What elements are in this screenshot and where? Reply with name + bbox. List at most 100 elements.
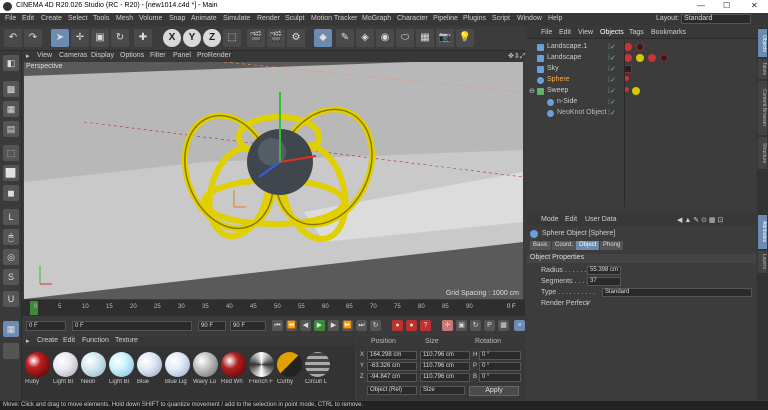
visibility-check-icon[interactable]: ⁞✓ bbox=[608, 43, 616, 51]
move-tool-icon[interactable]: ✛ bbox=[71, 29, 89, 47]
object-row[interactable]: NeoKnot Object ⁞✓ bbox=[527, 108, 756, 119]
menu-mesh[interactable]: Mesh bbox=[116, 15, 133, 22]
current-frame-field[interactable]: 0 F bbox=[72, 321, 192, 331]
objects-menu-file[interactable]: File bbox=[541, 29, 552, 36]
render-view-icon[interactable]: 🎬 bbox=[247, 29, 265, 47]
menu-tools[interactable]: Tools bbox=[93, 15, 109, 22]
side-tab-objects[interactable]: Objects bbox=[758, 29, 767, 57]
light-icon[interactable]: 💡 bbox=[456, 29, 474, 47]
loop-icon[interactable]: ↻ bbox=[370, 320, 381, 331]
coordinate-system-icon[interactable]: ⬚ bbox=[223, 29, 241, 47]
attr-tab-coord[interactable]: Coord. bbox=[552, 241, 577, 250]
3d-viewport[interactable]: Perspective Grid Spacing : 1000 cm bbox=[24, 62, 523, 299]
objects-menu-view[interactable]: View bbox=[578, 29, 593, 36]
visibility-check-icon[interactable]: ⁞✓ bbox=[608, 109, 616, 117]
object-row[interactable]: ⊖ Sweep ⁞✓ bbox=[527, 86, 756, 97]
maximize-icon[interactable]: ☐ bbox=[723, 1, 730, 10]
material-swatch[interactable] bbox=[221, 352, 246, 377]
render-picture-viewer-icon[interactable]: 🎬 bbox=[267, 29, 285, 47]
viewport-menu-display[interactable]: Display bbox=[91, 52, 114, 59]
axis-mode-icon[interactable]: L bbox=[3, 209, 19, 225]
menu-help[interactable]: Help bbox=[548, 15, 562, 22]
render-perfect-checkbox[interactable]: ✓ bbox=[586, 299, 592, 307]
menu-character[interactable]: Character bbox=[397, 15, 428, 22]
side-tab-structure[interactable]: Structure bbox=[758, 137, 767, 169]
size-y-field[interactable]: 110.796 cm bbox=[420, 362, 470, 371]
tag-icon[interactable] bbox=[624, 54, 632, 62]
end-frame-field[interactable]: 90 F bbox=[198, 321, 226, 331]
deformer-icon[interactable]: ⬭ bbox=[396, 29, 414, 47]
viewport-menu-icon[interactable]: ▸ bbox=[26, 52, 30, 60]
material-swatch[interactable] bbox=[277, 352, 302, 377]
recent-tool-icon[interactable]: ✚ bbox=[134, 29, 152, 47]
scale-key-icon[interactable]: ▣ bbox=[456, 320, 467, 331]
redo-icon[interactable]: ↷ bbox=[24, 29, 42, 47]
objects-menu-edit[interactable]: Edit bbox=[559, 29, 571, 36]
menu-simulate[interactable]: Simulate bbox=[223, 15, 250, 22]
menu-select[interactable]: Select bbox=[68, 15, 87, 22]
points-mode-icon[interactable]: ⬚ bbox=[3, 145, 19, 161]
menu-animate[interactable]: Animate bbox=[191, 15, 217, 22]
object-row[interactable]: Sky ⁞✓ bbox=[527, 64, 756, 75]
position-y-field[interactable]: -63.326 cm bbox=[367, 362, 417, 371]
object-row[interactable]: n-Side ⁞✓ bbox=[527, 97, 756, 108]
timeline-menu-icon[interactable]: ≡ bbox=[514, 320, 525, 331]
scale-tool-icon[interactable]: ▣ bbox=[91, 29, 109, 47]
menu-volume[interactable]: Volume bbox=[139, 15, 162, 22]
edges-mode-icon[interactable]: ⬜ bbox=[3, 165, 19, 181]
material-swatch[interactable] bbox=[249, 352, 274, 377]
max-frame-field[interactable]: 90 F bbox=[230, 321, 266, 331]
viewport-menu-filter[interactable]: Filter bbox=[150, 52, 166, 59]
tag-icon[interactable] bbox=[632, 87, 640, 95]
pos-key-icon[interactable]: ✛ bbox=[442, 320, 453, 331]
camera-icon[interactable]: 📷 bbox=[436, 29, 454, 47]
menu-edit[interactable]: Edit bbox=[22, 15, 34, 22]
position-x-field[interactable]: 164.298 cm bbox=[367, 351, 417, 360]
autokey-icon[interactable]: ● bbox=[406, 320, 417, 331]
y-axis-lock-icon[interactable]: Y bbox=[183, 29, 201, 47]
type-dropdown[interactable]: Standard bbox=[602, 288, 752, 297]
rotation-h-field[interactable]: 0 ° bbox=[479, 351, 521, 360]
snap-icon[interactable]: ◎ bbox=[3, 249, 19, 265]
magnet-icon[interactable]: U bbox=[3, 291, 19, 307]
subdivision-icon[interactable]: ◈ bbox=[356, 29, 374, 47]
param-key-icon[interactable]: P bbox=[484, 320, 495, 331]
solo-icon[interactable]: S bbox=[3, 269, 19, 285]
viewport-menu-options[interactable]: Options bbox=[120, 52, 144, 59]
pla-key-icon[interactable]: ▦ bbox=[498, 320, 509, 331]
object-row[interactable]: Landscape ⁞✓ bbox=[527, 53, 756, 64]
select-tool-icon[interactable]: ➤ bbox=[51, 29, 69, 47]
viewport-menu-cameras[interactable]: Cameras bbox=[59, 52, 87, 59]
menu-plugins[interactable]: Plugins bbox=[463, 15, 486, 22]
objects-menu-bookmarks[interactable]: Bookmarks bbox=[651, 29, 686, 36]
menu-snap[interactable]: Snap bbox=[169, 15, 185, 22]
menu-create[interactable]: Create bbox=[41, 15, 62, 22]
pen-icon[interactable]: ✎ bbox=[336, 29, 354, 47]
attr-nav-icons[interactable]: ◀ ▲ ✎ ⊙ ▦ ⊡ bbox=[677, 216, 723, 224]
material-menu-icon[interactable]: ▸ bbox=[26, 337, 30, 345]
material-swatch[interactable] bbox=[193, 352, 218, 377]
keyframe-selection-icon[interactable]: ? bbox=[420, 320, 431, 331]
visibility-check-icon[interactable]: ⁞✓ bbox=[608, 54, 616, 62]
minimize-icon[interactable]: — bbox=[697, 1, 705, 10]
position-z-field[interactable]: -94.847 cm bbox=[367, 373, 417, 382]
attr-menu-edit[interactable]: Edit bbox=[565, 216, 577, 223]
menu-script[interactable]: Script bbox=[492, 15, 510, 22]
record-keys-icon[interactable]: ● bbox=[392, 320, 403, 331]
menu-file[interactable]: File bbox=[5, 15, 16, 22]
objects-menu-objects[interactable]: Objects bbox=[600, 29, 624, 36]
viewport-menu-prorender[interactable]: ProRender bbox=[197, 52, 231, 59]
rotate-tool-icon[interactable]: ↻ bbox=[111, 29, 129, 47]
material-menu-texture[interactable]: Texture bbox=[115, 337, 138, 344]
go-to-start-icon[interactable]: ⏮ bbox=[272, 320, 283, 331]
render-settings-icon[interactable]: ⚙ bbox=[287, 29, 305, 47]
visibility-check-icon[interactable]: ⁞✓ bbox=[608, 65, 616, 73]
menu-mograph[interactable]: MoGraph bbox=[362, 15, 391, 22]
tag-icon[interactable] bbox=[636, 43, 644, 51]
material-swatch[interactable] bbox=[305, 352, 330, 377]
undo-icon[interactable]: ↶ bbox=[4, 29, 22, 47]
cube-icon[interactable]: ◆ bbox=[314, 29, 332, 47]
side-tab-attributes[interactable]: Attributes bbox=[758, 215, 767, 249]
size-mode-dropdown[interactable]: Size bbox=[420, 386, 465, 395]
timeline-ruler[interactable]: 0 5 10 15 20 25 30 35 40 45 50 55 60 65 … bbox=[22, 300, 525, 316]
